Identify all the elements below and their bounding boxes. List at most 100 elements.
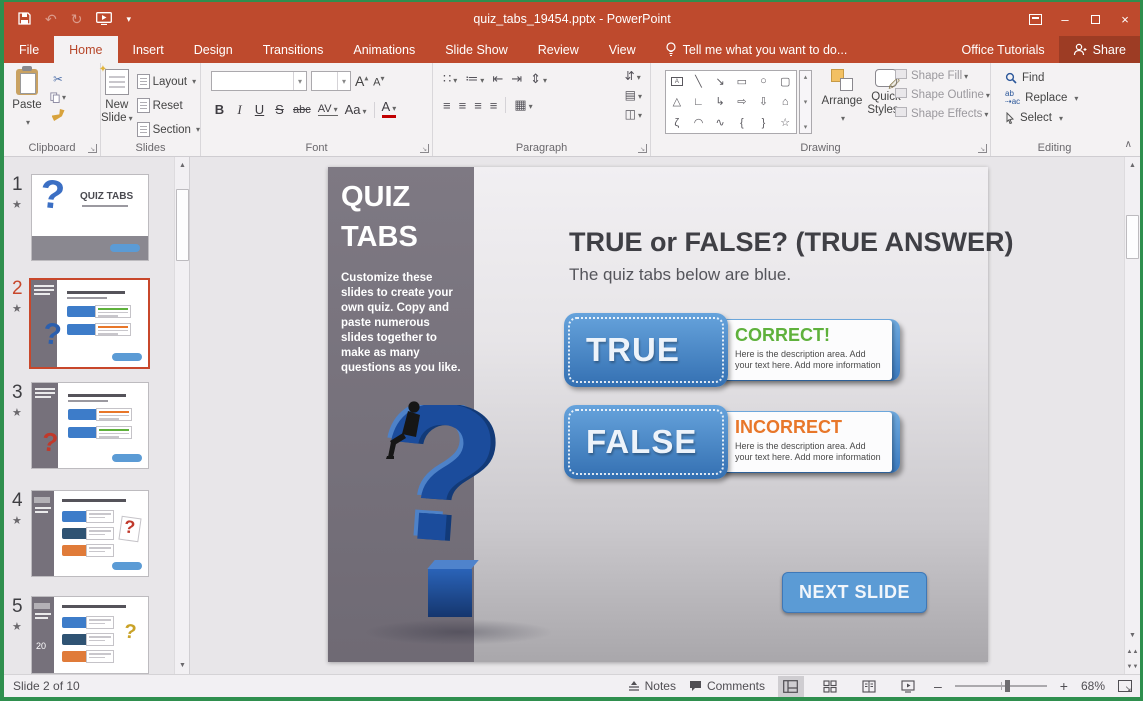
false-tab-button[interactable]: FALSE [564,405,728,479]
right-brace-shape-icon[interactable]: } [762,117,766,129]
undo-icon[interactable]: ↶ [45,12,57,26]
character-spacing-button[interactable]: AV [318,103,338,116]
notes-button[interactable]: Notes [628,679,676,693]
slide-canvas[interactable]: QUIZTABS Customize these slides to creat… [328,167,988,662]
editor-scrollbar[interactable]: ▲ ▼ ▲▲ ▼▼ [1124,157,1140,674]
bullets-button[interactable]: ∷ [443,71,457,87]
reset-button[interactable]: Reset [133,95,204,116]
start-slideshow-icon[interactable] [96,12,112,27]
layout-button[interactable]: Layout [133,71,204,92]
paste-dropdown[interactable] [24,116,30,129]
slide-3-thumbnail[interactable]: ? [31,382,149,469]
triangle-shape-icon[interactable]: △ [673,95,681,108]
slide-2-thumbnail[interactable]: ? [29,278,150,369]
zoom-level[interactable]: 68% [1081,679,1105,693]
slide-sorter-view-button[interactable] [817,676,843,697]
text-direction-button[interactable]: ⇵ [625,69,642,83]
bold-button[interactable]: B [213,102,226,117]
previous-slide-icon[interactable]: ▲▲ [1126,645,1139,658]
shape-gallery[interactable]: A ╲ ↘ ▭ ○ ▢ △ ∟ ↳ ⇨ ⇩ ⌂ ζ ◠ ∿ { } ☆ [665,70,797,134]
arc-shape-icon[interactable]: ◠ [694,116,704,129]
editor-scroll-down-icon[interactable]: ▼ [1126,629,1139,642]
numbering-button[interactable]: ≔ [465,71,484,87]
italic-button[interactable]: I [233,102,246,118]
shape-effects-button[interactable]: Shape Effects [895,107,990,120]
oval-shape-icon[interactable]: ○ [760,75,767,87]
new-slide-button[interactable]: NewSlide [101,63,133,141]
shape-scroll-down-icon[interactable]: ▾ [804,98,808,106]
find-button[interactable]: Find [1005,72,1118,84]
zoom-slider-handle[interactable] [1005,680,1010,692]
right-arrow-shape-icon[interactable]: ⇨ [737,95,746,108]
decrease-font-icon[interactable]: A▾ [372,74,385,89]
tab-home[interactable]: Home [54,36,117,63]
thumbnail-scroll-down-icon[interactable]: ▼ [176,659,189,672]
format-painter-icon[interactable] [50,107,66,123]
replace-button[interactable]: ab⇢ac Replace [1005,90,1118,106]
text-box-shape-icon[interactable]: A [671,77,683,86]
font-name-combo[interactable]: ▾ [211,71,307,91]
zoom-in-button[interactable]: + [1060,678,1068,694]
drawing-dialog-launcher[interactable] [978,144,987,153]
thumbnail-scroll-up-icon[interactable]: ▲ [176,159,189,172]
comments-button[interactable]: Comments [689,679,765,693]
left-brace-shape-icon[interactable]: { [740,117,744,129]
redo-icon[interactable]: ↻ [71,12,83,26]
select-button[interactable]: Select [1005,112,1118,124]
save-icon[interactable] [18,12,31,27]
rectangle-shape-icon[interactable]: ▭ [737,75,747,88]
align-center-button[interactable]: ≡ [459,98,467,113]
paragraph-dialog-launcher[interactable] [638,144,647,153]
true-tab-button[interactable]: TRUE [564,313,728,387]
paste-button[interactable]: Paste [4,63,50,141]
arrange-button[interactable]: Arrange [819,63,865,141]
cut-icon[interactable]: ✂ [50,71,66,87]
columns-button[interactable]: ▦ [514,97,532,113]
rounded-rect-shape-icon[interactable]: ▢ [780,75,790,88]
copy-icon[interactable] [50,89,66,105]
close-button[interactable]: × [1110,2,1140,36]
arrow-shape-icon[interactable]: ↘ [716,75,725,88]
decrease-indent-button[interactable]: ⇤ [492,71,503,87]
arrange-dropdown[interactable] [839,112,845,125]
curve-shape-icon[interactable]: ∿ [716,116,725,129]
slide-show-view-button[interactable] [895,676,921,697]
shape-gallery-more-icon[interactable]: ▾ [804,123,808,131]
elbow-connector-icon[interactable]: ∟ [693,96,704,108]
reading-view-button[interactable] [856,676,882,697]
shape-scroll-up-icon[interactable]: ▴ [804,73,808,81]
shape-fill-button[interactable]: Shape Fill [895,69,990,82]
strikethrough-button[interactable]: abc [293,104,311,116]
pentagon-shape-icon[interactable]: ⌂ [782,96,789,108]
justify-button[interactable]: ≡ [490,98,498,113]
tab-file[interactable]: File [4,36,54,63]
font-size-combo[interactable]: ▾ [311,71,351,91]
tab-insert[interactable]: Insert [118,36,179,63]
font-dialog-launcher[interactable] [420,144,429,153]
slide-5-thumbnail[interactable]: 20 ? [31,596,149,674]
font-color-button[interactable]: A [382,101,397,118]
text-shadow-button[interactable]: S [273,102,286,117]
tell-me-box[interactable]: Tell me what you want to do... [651,36,862,63]
ribbon-display-options-icon[interactable] [1020,2,1050,36]
normal-view-button[interactable] [778,676,804,697]
freeform-shape-icon[interactable]: ζ [674,117,679,129]
change-case-button[interactable]: Aa [345,102,367,117]
minimize-button[interactable]: – [1050,2,1080,36]
underline-button[interactable]: U [253,102,266,117]
maximize-button[interactable] [1080,2,1110,36]
line-spacing-button[interactable]: ⇕ [530,71,547,87]
editor-scrollbar-thumb[interactable] [1126,215,1139,259]
shape-outline-button[interactable]: Shape Outline [895,88,990,101]
customize-qat-icon[interactable]: ▾ [126,12,131,26]
star-shape-icon[interactable]: ☆ [780,116,790,129]
editor-scroll-up-icon[interactable]: ▲ [1126,159,1139,172]
tab-view[interactable]: View [594,36,651,63]
tab-design[interactable]: Design [179,36,248,63]
increase-font-icon[interactable]: A▴ [355,73,368,89]
increase-indent-button[interactable]: ⇥ [511,71,522,87]
elbow-arrow-connector-icon[interactable]: ↳ [716,95,725,108]
fit-slide-to-window-icon[interactable] [1118,680,1132,692]
align-right-button[interactable]: ≡ [474,98,482,113]
clipboard-dialog-launcher[interactable] [88,144,97,153]
